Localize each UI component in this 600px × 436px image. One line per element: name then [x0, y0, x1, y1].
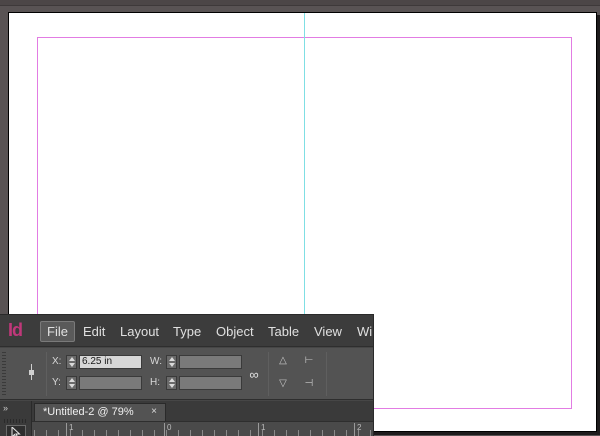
selection-tool[interactable] [6, 425, 26, 436]
menu-type[interactable]: Type [166, 321, 208, 342]
constrain-proportions-link-icon[interactable]: ∞ [246, 367, 262, 383]
close-icon[interactable]: × [151, 404, 157, 420]
y-position-field[interactable] [79, 376, 142, 390]
ruler-major-tick [164, 423, 165, 436]
align-bottom-icon[interactable]: ▽ [272, 375, 294, 393]
width-field[interactable] [179, 355, 242, 369]
align-top-icon[interactable]: △ [272, 352, 294, 370]
panel-separator [268, 352, 269, 396]
app-logo: Id [8, 320, 23, 340]
panel-separator [326, 352, 327, 396]
ruler-label: 1 [261, 423, 266, 432]
document-tab-label: *Untitled-2 @ 79% [43, 406, 134, 418]
y-label: Y: [52, 377, 61, 388]
menu-bar: Id File Edit Layout Type Object Table Vi… [0, 315, 373, 347]
ruler-label: 2 [357, 423, 362, 432]
distribute-vertical-icon[interactable]: ⊣ [298, 375, 320, 393]
menu-file[interactable]: File [40, 321, 75, 342]
x-label: X: [52, 356, 62, 367]
menu-layout[interactable]: Layout [113, 321, 166, 342]
h-spinner[interactable] [166, 376, 177, 390]
panel-separator [46, 352, 47, 396]
control-panel: X: 6.25 in Y: W: H: ∞ △ ⊢ ▽ ⊣ [0, 348, 373, 400]
ruler-label: 0 [167, 423, 172, 432]
y-spinner[interactable] [66, 376, 77, 390]
distribute-horizontal-icon[interactable]: ⊢ [298, 352, 320, 370]
w-spinner[interactable] [166, 355, 177, 369]
tools-grip[interactable] [4, 419, 26, 423]
x-position-field[interactable]: 6.25 in [79, 355, 142, 369]
menu-view[interactable]: View [307, 321, 349, 342]
menu-object[interactable]: Object [209, 321, 261, 342]
document-tab-bar: *Untitled-2 @ 79% × [0, 401, 373, 421]
collapse-panel-icon[interactable]: » [3, 403, 8, 413]
horizontal-ruler[interactable]: 1 0 1 2 [0, 421, 373, 436]
h-label: H: [150, 377, 160, 388]
menu-window[interactable]: Win [350, 321, 373, 342]
ruler-major-tick [354, 423, 355, 436]
w-label: W: [150, 356, 163, 367]
ruler-major-tick [66, 423, 67, 436]
panel-grip[interactable] [2, 352, 6, 396]
tools-panel: » [0, 401, 32, 436]
x-spinner[interactable] [66, 355, 77, 369]
menu-edit[interactable]: Edit [76, 321, 112, 342]
pasteboard-top-strip [0, 0, 600, 6]
document-tab[interactable]: *Untitled-2 @ 79% × [34, 403, 166, 421]
ruler-ticks [34, 430, 373, 436]
ruler-label: 1 [69, 423, 74, 432]
indesign-window: Id File Edit Layout Type Object Table Vi… [0, 314, 374, 436]
selection-arrow-icon [11, 427, 21, 436]
reference-point-icon[interactable] [26, 364, 38, 380]
height-field[interactable] [179, 376, 242, 390]
menu-table[interactable]: Table [261, 321, 306, 342]
ruler-major-tick [258, 423, 259, 436]
